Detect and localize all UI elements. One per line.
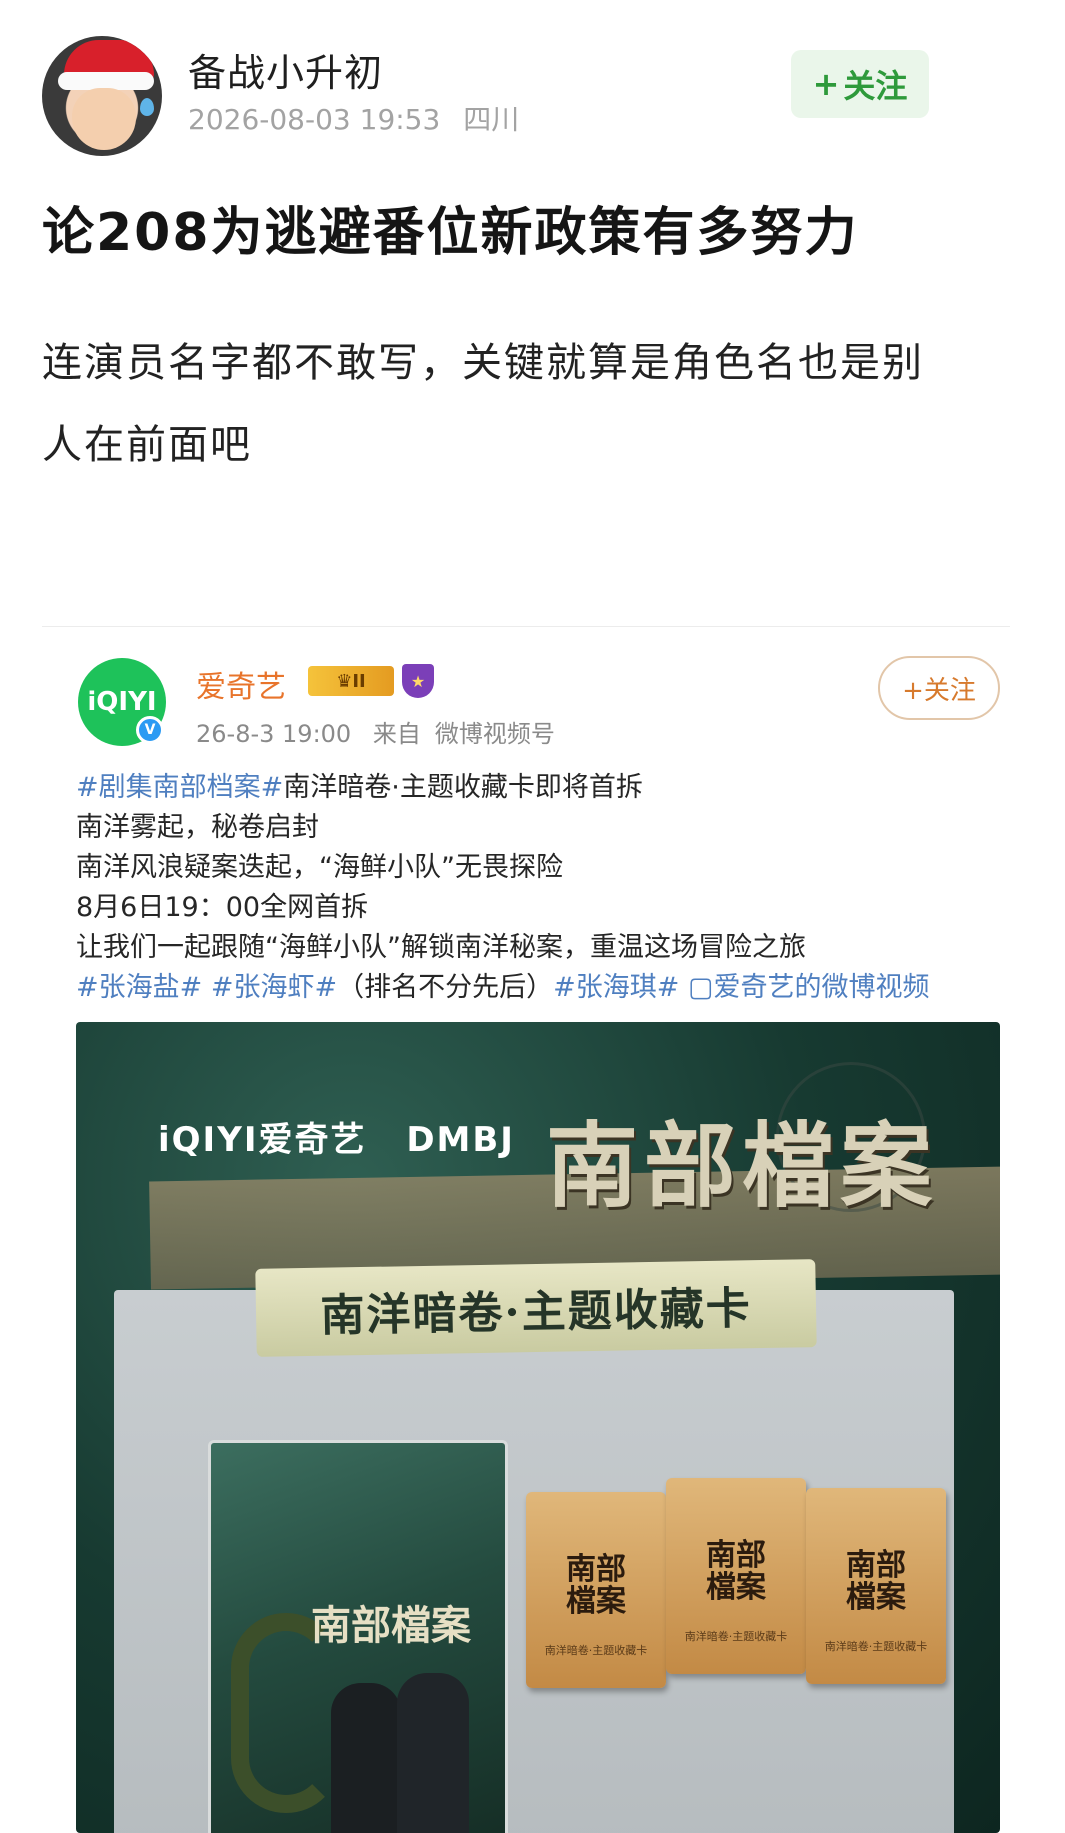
character-figure — [397, 1673, 469, 1833]
show-title: 南部檔案 — [546, 1112, 939, 1220]
embed-line-3: 南洋风浪疑案迭起，“海鲜小队”无畏探险 — [76, 852, 563, 883]
pack-subtitle: 南洋暗卷·主题收藏卡 — [544, 1644, 648, 1657]
verified-icon: V — [136, 716, 164, 744]
hashtag-link[interactable]: #剧集南部档案# — [76, 772, 283, 803]
dmbj-logo: DMBJ — [406, 1120, 515, 1160]
banner-text: 南洋暗卷·主题收藏卡 — [319, 1283, 753, 1342]
embedded-repost: iQIYI V 爱奇艺 ♛ II ★ 26-8-3 19:00 来自 微博视频号 … — [0, 640, 1065, 1833]
divider — [42, 626, 1010, 627]
promo-image[interactable]: iQIYI爱奇艺 DMBJ 南部檔案 南洋暗卷·主题收藏卡 南部檔案 南部檔案 … — [76, 1022, 1000, 1833]
post-title: 论208为逃避番位新政策有多努力 — [42, 203, 859, 263]
username[interactable]: 备战小升初 — [188, 42, 383, 97]
level-badge-text: II — [352, 670, 366, 692]
character-figure — [331, 1683, 401, 1833]
follow-label: 关注 — [843, 67, 908, 105]
card-box: 南部檔案 — [208, 1440, 508, 1833]
embed-line-1: #剧集南部档案#南洋暗卷·主题收藏卡即将首拆 — [76, 768, 1006, 808]
box-title: 南部檔案 — [311, 1602, 471, 1649]
follow-button[interactable]: + 关注 — [791, 50, 929, 118]
crown-level-badge: ♛ II — [308, 666, 394, 696]
sweat-drop-icon — [140, 98, 154, 116]
pack-title: 南部檔案 — [706, 1538, 766, 1605]
embed-meta: 26-8-3 19:00 来自 微博视频号 — [196, 714, 569, 749]
embed-follow-button[interactable]: +关注 — [878, 656, 1000, 720]
video-link[interactable]: ▢爱奇艺的微博视频 — [688, 972, 930, 1003]
avatar-face — [72, 88, 136, 150]
shield-badge-icon: ★ — [402, 664, 434, 698]
promo-banner: 南洋暗卷·主题收藏卡 — [255, 1259, 817, 1357]
pack-title: 南部檔案 — [846, 1548, 906, 1615]
pack-subtitle: 南洋暗卷·主题收藏卡 — [824, 1640, 928, 1653]
embed-source-prefix: 来自 — [372, 720, 421, 748]
plus-icon: + — [812, 65, 840, 103]
post-body: 连演员名字都不敢写，关键就算是角色名也是别人在前面吧 — [42, 340, 924, 468]
ranking-note: （排名不分先后） — [337, 972, 554, 1003]
hashtag-link[interactable]: #张海琪# — [553, 972, 679, 1003]
embed-source: 微博视频号 — [434, 720, 555, 748]
user-avatar[interactable] — [42, 36, 162, 156]
hashtag-link[interactable]: #张海盐# — [76, 972, 202, 1003]
card-pack: 南部檔案 南洋暗卷·主题收藏卡 — [526, 1492, 666, 1688]
embed-line-6: #张海盐# #张海虾#（排名不分先后）#张海琪# ▢爱奇艺的微博视频 — [76, 968, 1006, 1008]
embed-line-5: 让我们一起跟随“海鲜小队”解锁南洋秘案，重温这场冒险之旅 — [76, 932, 806, 963]
post-meta: 2026-08-03 19:53 四川 — [188, 98, 533, 138]
post-header: 备战小升初 2026-08-03 19:53 四川 + 关注 — [42, 36, 1032, 156]
embed-timestamp: 26-8-3 19:00 — [196, 720, 352, 748]
card-pack: 南部檔案 南洋暗卷·主题收藏卡 — [666, 1478, 806, 1674]
embed-line-4: 8月6日19：00全网首拆 — [76, 892, 369, 923]
embed-line-1-text: 南洋暗卷·主题收藏卡即将首拆 — [283, 772, 643, 803]
pack-title: 南部檔案 — [566, 1552, 626, 1619]
post-timestamp: 2026-08-03 19:53 — [188, 103, 441, 136]
embed-text: #剧集南部档案#南洋暗卷·主题收藏卡即将首拆 南洋雾起，秘卷启封 南洋风浪疑案迭… — [76, 768, 1006, 1008]
iqiyi-logo: iQIYI爱奇艺 — [158, 1120, 367, 1160]
card-pack: 南部檔案 南洋暗卷·主题收藏卡 — [806, 1488, 946, 1684]
embed-account-name[interactable]: 爱奇艺 — [196, 662, 286, 706]
embed-line-2: 南洋雾起，秘卷启封 — [76, 812, 319, 843]
hashtag-link[interactable]: #张海虾# — [211, 972, 337, 1003]
pack-subtitle: 南洋暗卷·主题收藏卡 — [684, 1630, 788, 1643]
post-location: 四川 — [463, 103, 520, 136]
promo-logos: iQIYI爱奇艺 DMBJ — [158, 1112, 515, 1161]
